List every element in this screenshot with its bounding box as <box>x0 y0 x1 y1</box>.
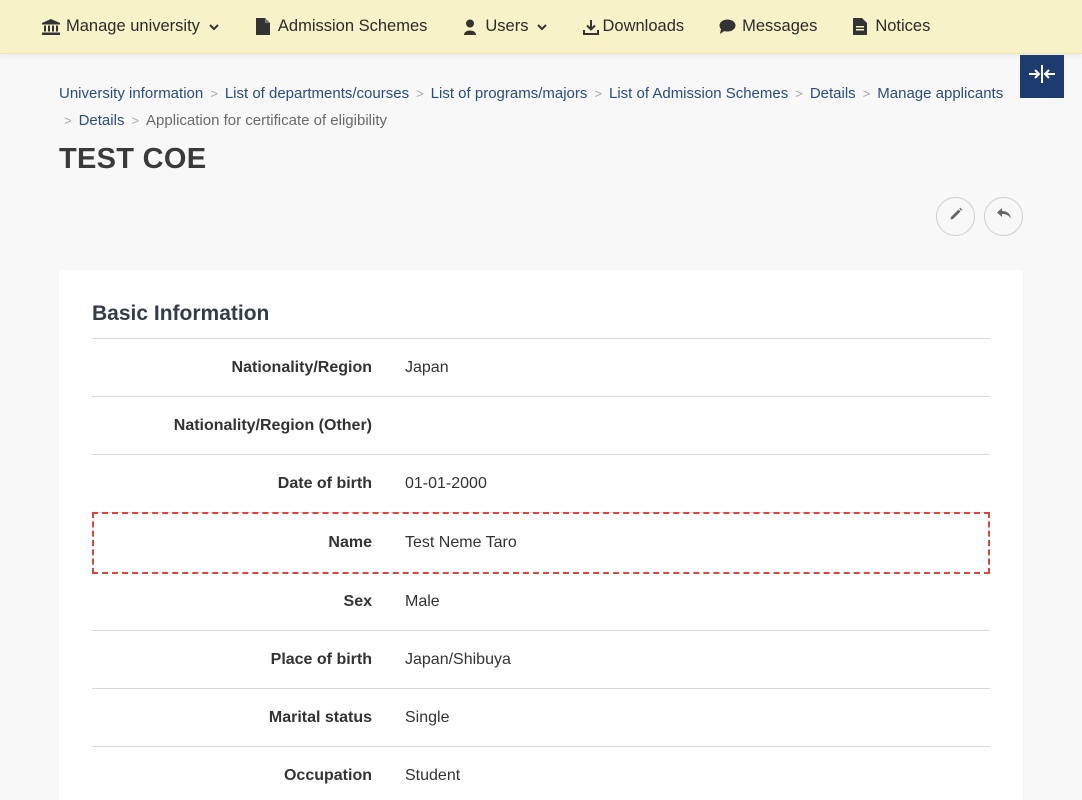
row-label: Name <box>328 534 372 551</box>
page-title: TEST COE <box>59 143 207 175</box>
chat-icon <box>718 18 736 36</box>
info-row-occupation: Occupation Student <box>92 747 990 800</box>
info-row-sex: Sex Male <box>92 573 990 631</box>
nav-messages[interactable]: Messages <box>718 17 817 36</box>
breadcrumb: University information > List of departmen… <box>59 80 1019 134</box>
chevron-down-icon <box>208 21 220 33</box>
collapse-arrows-icon <box>1028 63 1056 90</box>
info-row-nationality: Nationality/Region Japan <box>92 339 990 397</box>
document-icon <box>851 18 869 36</box>
nav-label: Users <box>485 17 529 35</box>
row-value: Japan/Shibuya <box>405 650 511 668</box>
nav-label: Manage university <box>66 17 200 35</box>
row-value: Single <box>405 708 450 726</box>
nav-notices[interactable]: Notices <box>851 17 930 36</box>
row-label: Marital status <box>268 708 372 726</box>
row-label: Place of birth <box>270 650 372 668</box>
row-label: Occupation <box>283 766 372 784</box>
nav-downloads[interactable]: Downloads <box>582 17 684 36</box>
section-title: Basic Information <box>92 302 270 325</box>
nav-label: Downloads <box>602 17 685 35</box>
row-label: Sex <box>343 592 372 610</box>
row-value: Test Neme Taro <box>405 534 517 551</box>
nav-admission-schemes[interactable]: Admission Schemes <box>254 17 427 36</box>
nav-label: Messages <box>742 17 818 35</box>
top-navigation: Manage university Admission Schemes User… <box>0 0 1082 54</box>
nav-users[interactable]: Users <box>461 17 548 36</box>
breadcrumb-link[interactable]: List of programs/majors <box>431 85 588 102</box>
breadcrumb-separator: > <box>862 86 871 101</box>
file-icon <box>254 18 272 36</box>
download-icon <box>582 18 600 36</box>
info-row-date-of-birth: Date of birth 01-01-2000 <box>92 455 990 513</box>
bank-icon <box>42 18 60 36</box>
breadcrumb-separator: > <box>210 86 218 101</box>
row-value: Japan <box>405 358 449 376</box>
edit-button[interactable] <box>936 197 975 236</box>
breadcrumb-separator: > <box>594 86 602 101</box>
row-label: Nationality/Region (Other) <box>173 416 372 434</box>
chevron-down-icon <box>536 21 548 33</box>
breadcrumb-link[interactable]: Details <box>810 85 856 102</box>
breadcrumb-separator: > <box>416 86 424 101</box>
user-icon <box>461 18 479 36</box>
row-value: Student <box>405 766 461 784</box>
breadcrumb-link[interactable]: Manage applicants <box>877 85 1003 102</box>
collapse-width-button[interactable] <box>1020 55 1064 98</box>
info-row-place-of-birth: Place of birth Japan/Shibuya <box>92 631 990 689</box>
breadcrumb-separator: > <box>131 113 140 128</box>
info-table: Nationality/Region Japan Nationality/Reg… <box>92 338 990 800</box>
breadcrumb-current: Application for certificate of eligibili… <box>146 112 387 129</box>
info-row-nationality-other: Nationality/Region (Other) <box>92 397 990 455</box>
nav-label: Notices <box>875 17 931 35</box>
basic-information-card: Basic Information Nationality/Region Jap… <box>59 270 1023 800</box>
row-label: Date of birth <box>277 474 372 492</box>
reply-arrow-icon <box>996 207 1012 226</box>
back-button[interactable] <box>984 197 1023 236</box>
breadcrumb-link[interactable]: List of Admission Schemes <box>609 85 788 102</box>
nav-manage-university[interactable]: Manage university <box>42 17 220 36</box>
breadcrumb-link[interactable]: List of departments/courses <box>225 85 409 102</box>
breadcrumb-link[interactable]: University information <box>59 85 203 102</box>
pencil-icon <box>949 207 963 226</box>
info-row-marital-status: Marital status Single <box>92 689 990 747</box>
breadcrumb-separator: > <box>64 113 72 128</box>
row-value: 01-01-2000 <box>405 474 487 492</box>
breadcrumb-separator: > <box>795 86 803 101</box>
row-value: Male <box>405 592 440 610</box>
info-row-name: Name Test Neme Taro <box>92 512 990 574</box>
nav-label: Admission Schemes <box>277 17 428 35</box>
row-label: Nationality/Region <box>231 358 372 376</box>
breadcrumb-link[interactable]: Details <box>79 112 125 129</box>
